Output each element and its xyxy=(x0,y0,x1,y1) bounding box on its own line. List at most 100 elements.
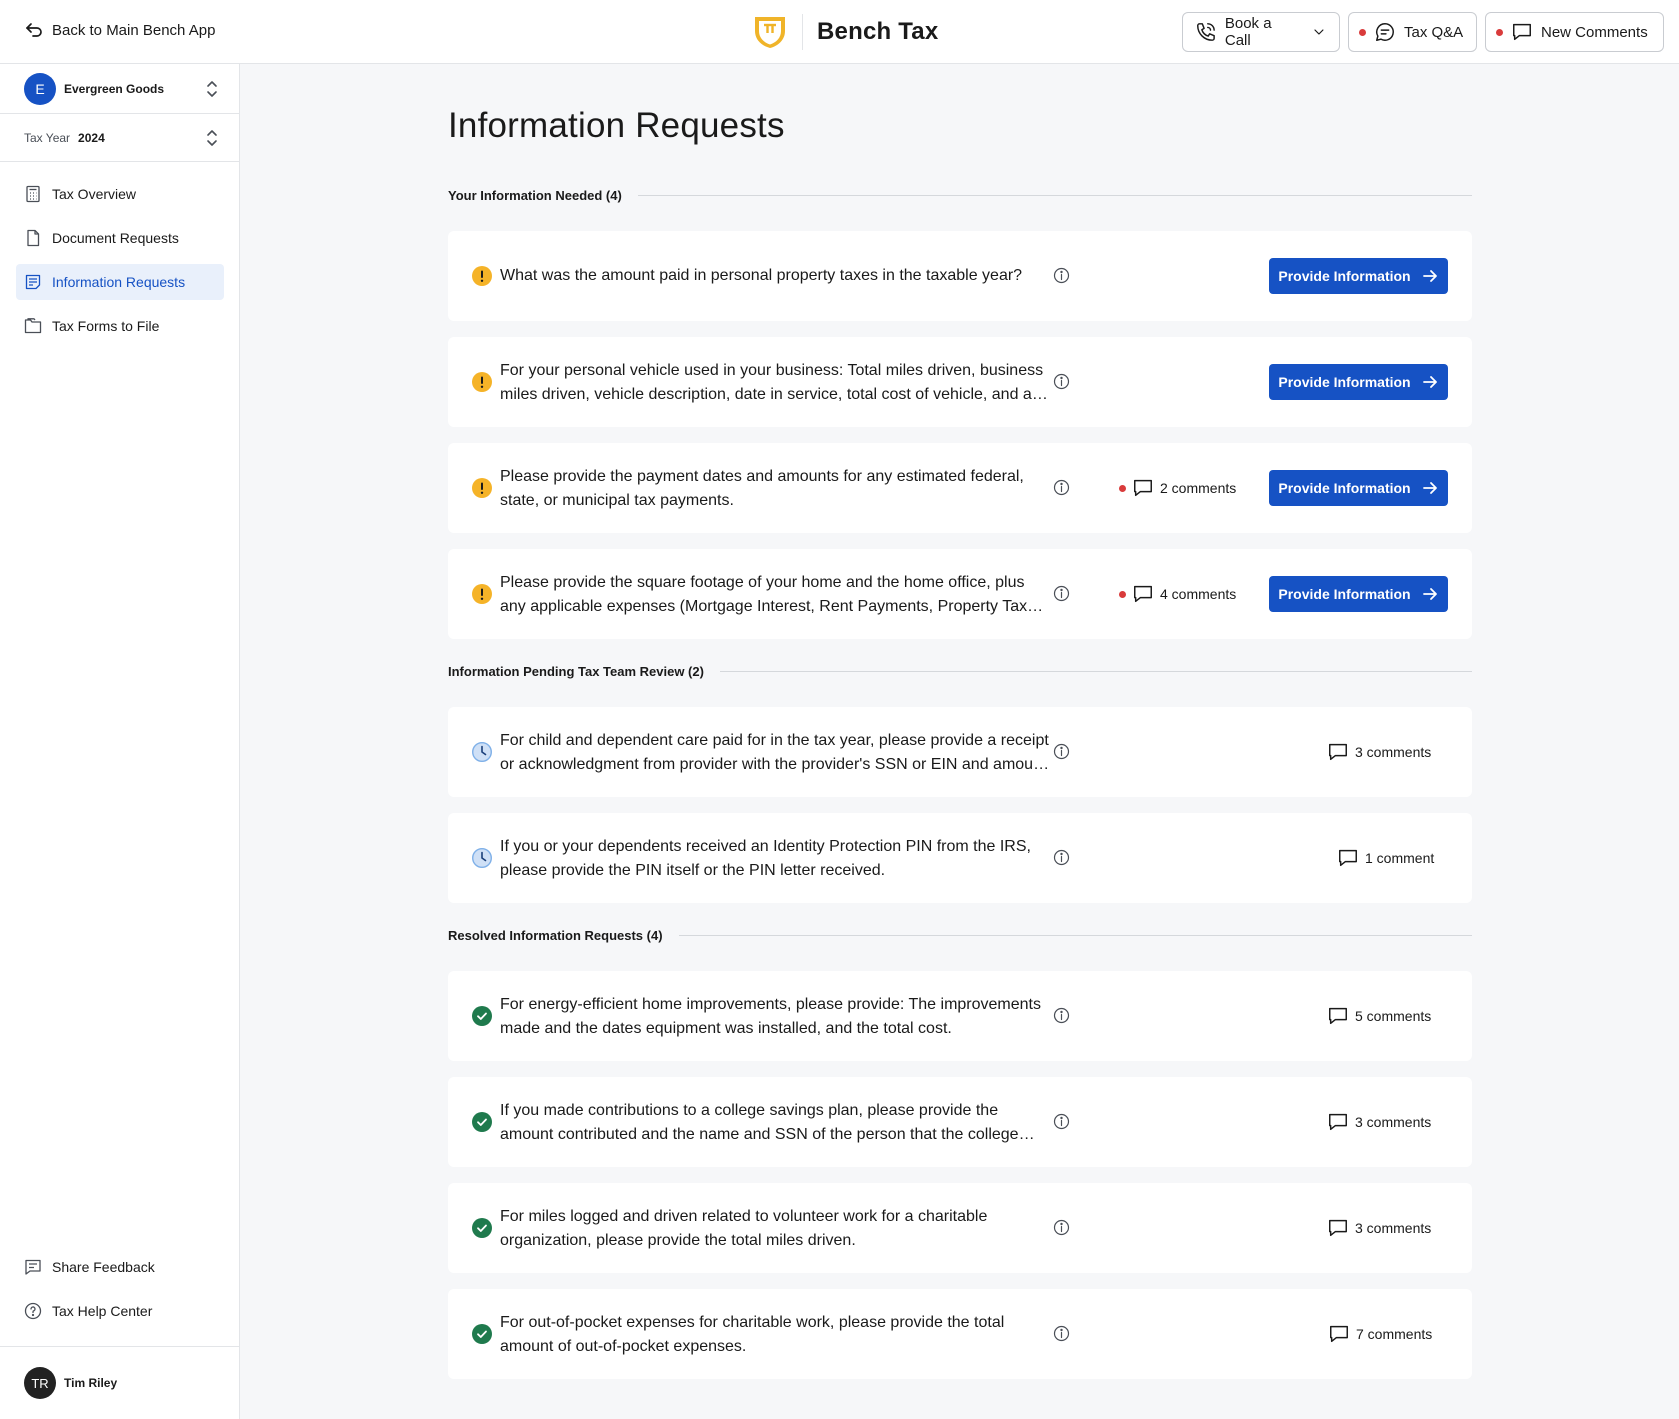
request-card[interactable]: For miles logged and driven related to v… xyxy=(448,1183,1472,1273)
request-question: What was the amount paid in personal pro… xyxy=(500,267,1023,284)
tax-year-selector[interactable]: Tax Year 2024 xyxy=(0,114,239,162)
clock-icon xyxy=(472,848,492,868)
new-comments-button[interactable]: New Comments xyxy=(1485,12,1664,52)
comments-link[interactable]: 4 comments xyxy=(1119,583,1236,605)
sidebar-item-document-requests[interactable]: Document Requests xyxy=(16,220,224,256)
sidebar-item-label: Tax Forms to File xyxy=(52,318,160,334)
request-card[interactable]: For out-of-pocket expenses for charitabl… xyxy=(448,1289,1472,1379)
request-question: For energy-efficient home improvements, … xyxy=(500,996,1041,1037)
request-card[interactable]: For energy-efficient home improvements, … xyxy=(448,971,1472,1061)
checkmark-icon xyxy=(472,1112,492,1132)
shield-logo-icon xyxy=(755,17,785,48)
help-icon xyxy=(24,1302,42,1320)
company-avatar: E xyxy=(24,72,56,105)
comments-link[interactable]: 3 comments xyxy=(1327,1217,1431,1239)
request-question: For child and dependent care paid for in… xyxy=(500,732,1049,773)
comments-link[interactable]: 3 comments xyxy=(1327,741,1431,763)
request-card[interactable]: For child and dependent care paid for in… xyxy=(448,707,1472,797)
section-divider xyxy=(637,195,1472,196)
request-question: For miles logged and driven related to v… xyxy=(500,1208,988,1249)
info-icon[interactable] xyxy=(1053,479,1070,496)
info-icon[interactable] xyxy=(1053,1219,1070,1236)
comments-count: 1 comment xyxy=(1365,850,1435,866)
arrow-right-icon xyxy=(1422,588,1437,600)
form-icon xyxy=(25,274,41,290)
request-card[interactable]: What was the amount paid in personal pro… xyxy=(448,231,1472,321)
notification-dot xyxy=(1496,28,1503,36)
sidebar-item-label: Document Requests xyxy=(52,230,179,246)
user-profile[interactable]: TR Tim Riley xyxy=(0,1346,239,1419)
section-header-information-needed: Your Information Needed (4) xyxy=(448,188,1472,203)
comment-icon xyxy=(1134,585,1152,603)
sidebar-nav: Tax Overview Document Requests Informati… xyxy=(16,176,224,352)
comment-icon xyxy=(1329,1219,1347,1237)
sidebar-item-tax-forms-to-file[interactable]: Tax Forms to File xyxy=(16,308,224,344)
info-icon[interactable] xyxy=(1053,1113,1070,1130)
provide-information-button[interactable]: Provide Information xyxy=(1269,470,1448,506)
comments-count: 3 comments xyxy=(1355,1114,1432,1130)
request-card[interactable]: Please provide the square footage of you… xyxy=(448,549,1472,639)
tax-qa-label: Tax Q&A xyxy=(1404,23,1464,41)
unread-dot xyxy=(1119,484,1126,492)
section-divider xyxy=(719,671,1472,672)
sidebar-bottom-links: Share Feedback Tax Help Center xyxy=(16,1249,224,1337)
comment-icon xyxy=(1339,849,1357,867)
tax-qa-button[interactable]: Tax Q&A xyxy=(1348,12,1477,52)
company-selector[interactable]: E Evergreen Goods xyxy=(0,64,239,114)
info-icon[interactable] xyxy=(1053,585,1070,602)
arrow-right-icon xyxy=(1422,270,1437,282)
user-name: Tim Riley xyxy=(64,1376,118,1390)
section-title: Your Information Needed (4) xyxy=(448,188,622,203)
comment-icon xyxy=(1134,479,1152,497)
brand: Bench Tax xyxy=(752,12,938,52)
feedback-icon xyxy=(25,1259,41,1275)
checkmark-icon xyxy=(472,1006,492,1026)
calculator-icon xyxy=(26,185,40,203)
request-card[interactable]: Please provide the payment dates and amo… xyxy=(448,443,1472,533)
comments-link[interactable]: 1 comment xyxy=(1337,847,1434,869)
request-card[interactable]: If you or your dependents received an Id… xyxy=(448,813,1472,903)
warning-icon xyxy=(472,478,492,498)
clock-icon xyxy=(472,742,492,762)
info-icon[interactable] xyxy=(1053,743,1070,760)
avatar: TR xyxy=(24,1367,56,1399)
sidebar-item-information-requests[interactable]: Information Requests xyxy=(16,264,224,300)
sidebar-item-tax-overview[interactable]: Tax Overview xyxy=(16,176,224,212)
up-down-chevron-icon xyxy=(207,80,217,97)
sidebar-item-label: Share Feedback xyxy=(52,1259,155,1275)
provide-information-label: Provide Information xyxy=(1278,268,1411,284)
provide-information-button[interactable]: Provide Information xyxy=(1269,364,1448,400)
provide-information-label: Provide Information xyxy=(1278,480,1411,496)
request-card[interactable]: If you made contributions to a college s… xyxy=(448,1077,1472,1167)
comments-link[interactable]: 5 comments xyxy=(1327,1005,1431,1027)
comments-count: 3 comments xyxy=(1355,744,1432,760)
share-feedback-link[interactable]: Share Feedback xyxy=(16,1249,224,1285)
arrow-right-icon xyxy=(1422,376,1437,388)
info-icon[interactable] xyxy=(1053,267,1070,284)
comments-count: 2 comments xyxy=(1160,480,1237,496)
request-card[interactable]: For your personal vehicle used in your b… xyxy=(448,337,1472,427)
comments-link[interactable]: 2 comments xyxy=(1119,477,1236,499)
info-icon[interactable] xyxy=(1053,373,1070,390)
tax-year-label: Tax Year xyxy=(24,130,71,145)
info-icon[interactable] xyxy=(1053,1325,1070,1342)
new-comments-label: New Comments xyxy=(1541,23,1648,41)
comments-link[interactable]: 7 comments xyxy=(1328,1323,1432,1345)
comments-link[interactable]: 3 comments xyxy=(1327,1111,1431,1133)
back-link-label: Back to Main Bench App xyxy=(52,21,216,39)
info-icon[interactable] xyxy=(1053,849,1070,866)
comment-icon xyxy=(1329,1113,1347,1131)
info-icon[interactable] xyxy=(1053,1007,1070,1024)
comment-icon xyxy=(1330,1325,1348,1343)
request-question: For your personal vehicle used in your b… xyxy=(500,362,1049,403)
back-to-main-app-link[interactable]: Back to Main Bench App xyxy=(24,20,215,40)
sidebar: E Evergreen Goods Tax Year 2024 Tax Over… xyxy=(0,64,240,1419)
provide-information-button[interactable]: Provide Information xyxy=(1269,258,1448,294)
book-call-button[interactable]: Book a Call xyxy=(1182,12,1340,52)
notification-dot xyxy=(1359,28,1366,36)
provide-information-label: Provide Information xyxy=(1278,586,1411,602)
return-arrow-icon xyxy=(26,23,42,37)
tax-help-center-link[interactable]: Tax Help Center xyxy=(16,1293,224,1329)
provide-information-button[interactable]: Provide Information xyxy=(1269,576,1448,612)
section-title: Resolved Information Requests (4) xyxy=(448,928,663,943)
